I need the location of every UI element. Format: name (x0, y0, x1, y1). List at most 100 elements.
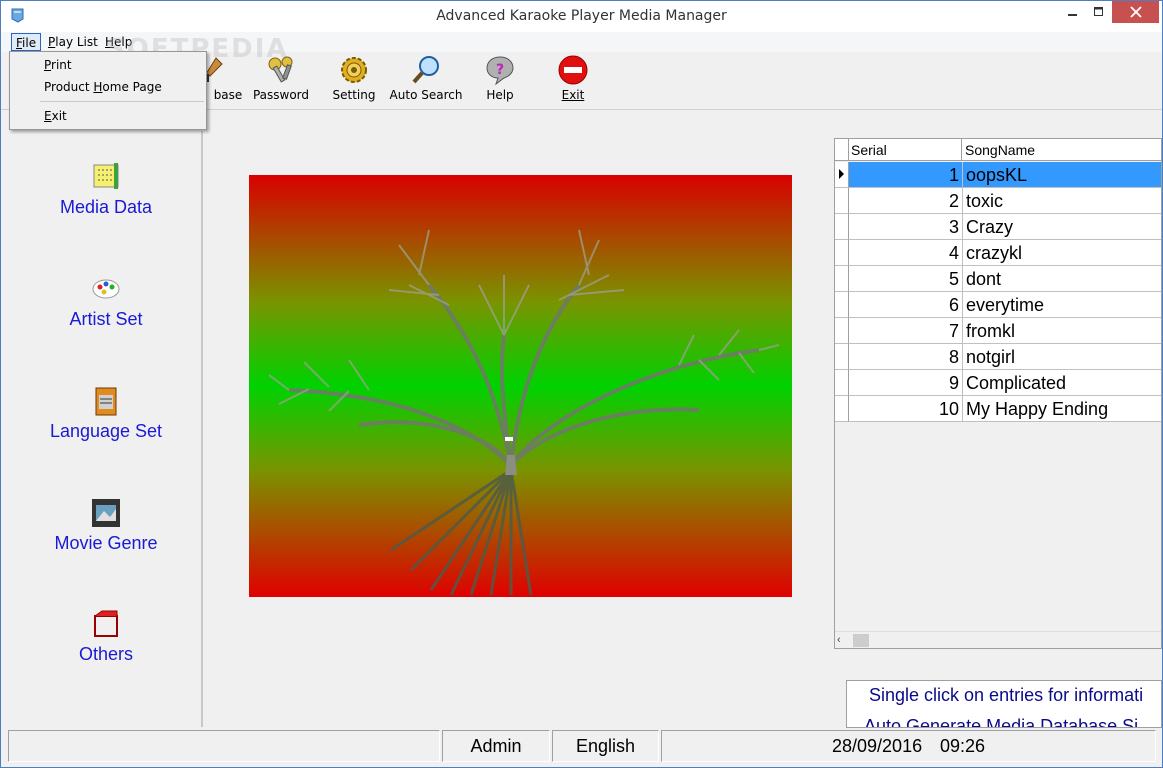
grid-header: Serial SongName (835, 139, 1161, 161)
exit-label-text: Exit (561, 88, 585, 102)
table-row[interactable]: 9 Complicated (835, 370, 1161, 396)
row-indicator[interactable] (835, 370, 849, 396)
menu-item-exit[interactable]: Exit (44, 109, 67, 123)
help-icon: ? (486, 56, 514, 86)
status-date: 28/09/2016 (832, 736, 923, 756)
cell-songname[interactable]: Complicated (963, 370, 1161, 396)
row-indicator[interactable] (835, 162, 849, 188)
window-title: Advanced Karaoke Player Media Manager (436, 8, 727, 24)
close-icon (1129, 6, 1142, 18)
cell-serial[interactable]: 8 (849, 344, 963, 370)
row-indicator[interactable] (835, 240, 849, 266)
nav-movie-genre-label: Movie Genre (54, 533, 158, 553)
status-panel-message (8, 730, 440, 762)
table-row[interactable]: 4 crazykl (835, 240, 1161, 266)
table-row[interactable]: 5 dont (835, 266, 1161, 292)
cell-serial[interactable]: 9 (849, 370, 963, 396)
media-data-icon (93, 163, 119, 189)
others-folder-icon (94, 610, 118, 637)
nav-artist-set[interactable]: Artist Set (9, 273, 203, 353)
splash-image (249, 175, 792, 597)
maximize-button[interactable] (1086, 1, 1112, 23)
table-row[interactable]: 8 notgirl (835, 344, 1161, 370)
table-row[interactable]: 2 toxic (835, 188, 1161, 214)
table-row[interactable]: 6 everytime (835, 292, 1161, 318)
cell-songname[interactable]: dont (963, 266, 1161, 292)
cell-serial[interactable]: 5 (849, 266, 963, 292)
info-box: Single click on entries for informati Au… (846, 680, 1162, 728)
close-button[interactable] (1112, 1, 1159, 23)
row-indicator[interactable] (835, 188, 849, 214)
row-indicator[interactable] (835, 344, 849, 370)
row-indicator[interactable] (835, 396, 849, 422)
exit-label: Exit (528, 88, 618, 102)
column-header-songname[interactable]: SongName (963, 139, 1161, 161)
menu-item-product-home-page[interactable]: Product Home Page (44, 80, 162, 94)
status-time: 09:26 (940, 736, 986, 756)
nav-language-set-label: Language Set (49, 421, 163, 441)
row-indicator[interactable] (835, 214, 849, 240)
help-tool-button[interactable]: ? Help (465, 52, 535, 108)
nav-media-data-label: Media Data (59, 197, 153, 217)
column-header-serial[interactable]: Serial (849, 139, 962, 161)
stop-icon (558, 55, 588, 85)
nav-movie-genre[interactable]: Movie Genre (9, 497, 203, 577)
menu-item-print[interactable]: Print (44, 58, 72, 72)
scroll-thumb[interactable] (853, 634, 869, 647)
svg-text:?: ? (496, 62, 504, 78)
status-bar: Admin English 28/09/2016 09:26 (1, 728, 1162, 767)
cell-serial[interactable]: 2 (849, 188, 963, 214)
cell-songname[interactable]: oopsKL (963, 162, 1161, 188)
status-datetime: 28/09/2016 09:26 (661, 730, 1156, 762)
magnifier-icon (412, 56, 439, 84)
table-row[interactable]: 3 Crazy (835, 214, 1161, 240)
nav-others-label: Others (78, 644, 134, 664)
nav-others[interactable]: Others (9, 608, 203, 688)
password-tool-button[interactable]: Password (246, 52, 316, 108)
menu-separator (40, 101, 204, 102)
cell-songname[interactable]: fromkl (963, 318, 1161, 344)
title-bar: Advanced Karaoke Player Media Manager (1, 1, 1162, 32)
cell-serial[interactable]: 10 (849, 396, 963, 422)
cell-songname[interactable]: notgirl (963, 344, 1161, 370)
cell-serial[interactable]: 6 (849, 292, 963, 318)
setting-tool-button[interactable]: Setting (319, 52, 389, 108)
cell-songname[interactable]: everytime (963, 292, 1161, 318)
maximize-icon (1094, 7, 1103, 16)
status-user: Admin (442, 730, 550, 762)
app-window: Advanced Karaoke Player Media Manager Fi… (0, 0, 1163, 768)
menu-file[interactable]: File (11, 33, 42, 51)
nav-language-set[interactable]: Language Set (9, 385, 203, 465)
palm-plant-illustration (268, 229, 780, 596)
cell-songname[interactable]: Crazy (963, 214, 1161, 240)
current-row-icon (839, 169, 844, 179)
cell-serial[interactable]: 7 (849, 318, 963, 344)
cell-songname[interactable]: crazykl (963, 240, 1161, 266)
film-icon (92, 499, 120, 527)
minimize-icon (1068, 14, 1077, 16)
row-indicator[interactable] (835, 292, 849, 318)
auto-search-tool-button[interactable]: Auto Search (390, 52, 462, 108)
horizontal-scrollbar[interactable]: ‹ (835, 631, 1161, 648)
cell-serial[interactable]: 4 (849, 240, 963, 266)
row-indicator-header (835, 139, 849, 161)
artist-palette-icon (92, 279, 120, 299)
song-grid[interactable]: Serial SongName 1 oopsKL 2 toxic 3 Crazy 4 craz… (834, 138, 1162, 649)
cell-songname[interactable]: My Happy Ending (963, 396, 1161, 422)
table-row[interactable]: 7 fromkl (835, 318, 1161, 344)
row-indicator[interactable] (835, 318, 849, 344)
menu-playlist[interactable]: Play List (44, 33, 102, 51)
table-row[interactable]: 10 My Happy Ending (835, 396, 1161, 422)
info-line-2: Auto Generate Media Database Si (864, 716, 1139, 728)
exit-tool-button[interactable]: Exit (538, 52, 608, 108)
scroll-left-icon[interactable]: ‹ (837, 634, 841, 646)
minimize-button[interactable] (1060, 1, 1086, 23)
table-row[interactable]: 1 oopsKL (835, 162, 1161, 188)
info-line-1: Single click on entries for informati (869, 685, 1144, 705)
language-book-icon (95, 387, 117, 416)
cell-serial[interactable]: 1 (849, 162, 963, 188)
nav-media-data[interactable]: Media Data (9, 161, 203, 241)
cell-songname[interactable]: toxic (963, 188, 1161, 214)
cell-serial[interactable]: 3 (849, 214, 963, 240)
row-indicator[interactable] (835, 266, 849, 292)
